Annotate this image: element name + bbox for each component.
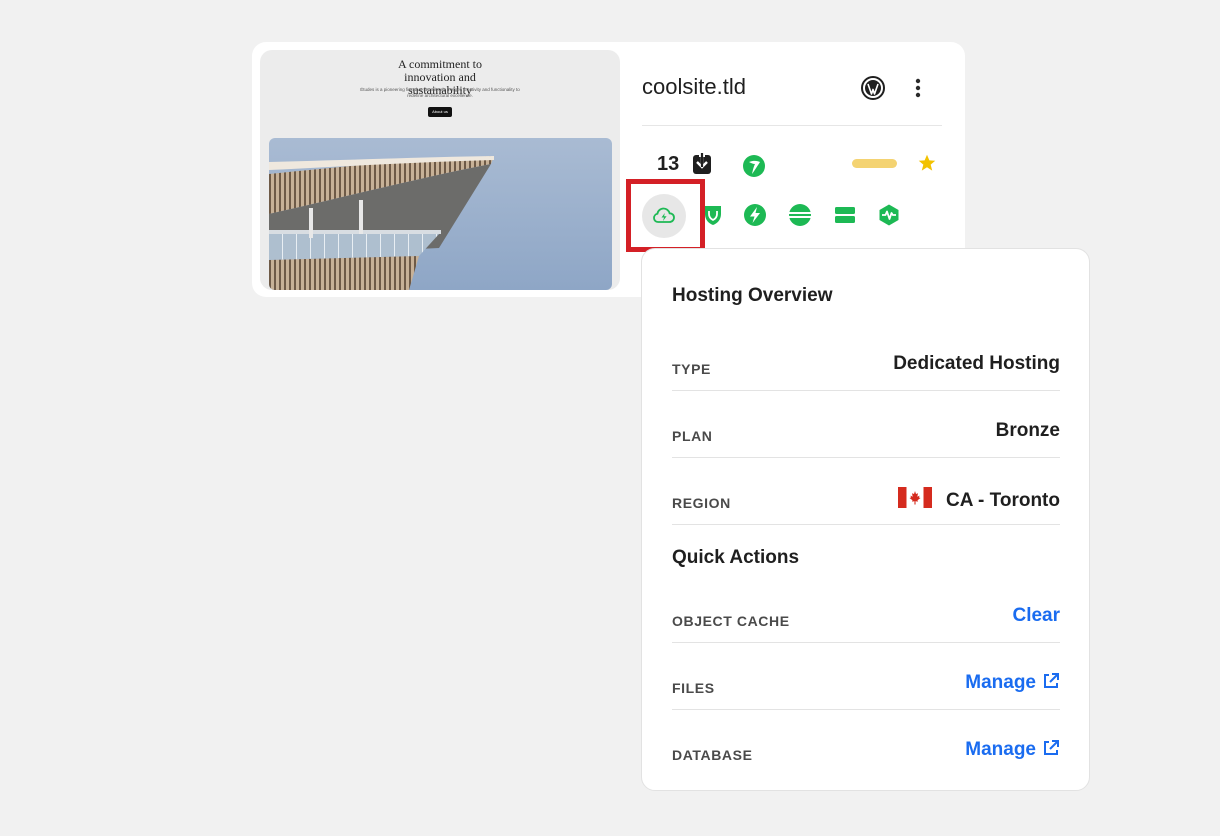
hosting-overview-popover: Hosting Overview TYPE Dedicated Hosting …: [641, 248, 1090, 791]
type-value: Dedicated Hosting: [893, 353, 1060, 374]
hosting-row-type: TYPE Dedicated Hosting: [672, 324, 1060, 391]
region-label: REGION: [672, 495, 731, 511]
region-value-wrapper: CA - Toronto: [898, 487, 1060, 514]
action-row-object-cache: OBJECT CACHE Clear: [672, 576, 1060, 643]
more-vertical-icon[interactable]: [908, 76, 928, 100]
hosting-row-plan: PLAN Bronze: [672, 391, 1060, 458]
manage-files-label: Manage: [965, 672, 1036, 693]
highlight-box: [626, 179, 705, 252]
action-row-database: DATABASE Manage: [672, 710, 1060, 777]
region-value: CA - Toronto: [946, 490, 1060, 511]
external-link-icon: [1044, 740, 1059, 755]
manage-database-label: Manage: [965, 739, 1036, 760]
preview-building-photo: [269, 138, 612, 290]
database-label: DATABASE: [672, 747, 753, 763]
progress-pill: [852, 159, 897, 168]
site-title[interactable]: coolsite.tld: [642, 74, 746, 100]
star-icon[interactable]: [916, 152, 938, 174]
leaf-icon[interactable]: [742, 154, 766, 178]
files-label: FILES: [672, 680, 715, 696]
quick-actions-title: Quick Actions: [672, 547, 800, 568]
card-divider: [642, 125, 942, 126]
activity-icon[interactable]: [877, 203, 901, 227]
manage-database-link[interactable]: Manage: [965, 739, 1060, 761]
update-count: 13: [657, 153, 680, 175]
manage-files-link[interactable]: Manage: [965, 672, 1060, 694]
plan-label: PLAN: [672, 428, 713, 444]
action-row-files: FILES Manage: [672, 643, 1060, 710]
preview-button: About us: [428, 107, 452, 117]
plan-value: Bronze: [995, 420, 1060, 441]
cdn-icon[interactable]: [788, 203, 812, 227]
download-icon[interactable]: [690, 152, 714, 176]
clear-cache-button[interactable]: Clear: [1012, 605, 1060, 627]
external-link-icon: [1044, 673, 1059, 688]
site-preview-thumbnail[interactable]: A commitment to innovation and sustainab…: [260, 50, 620, 290]
hosting-overview-title: Hosting Overview: [672, 285, 833, 306]
bolt-icon[interactable]: [743, 203, 767, 227]
hosting-row-region: REGION CA - Toronto: [672, 458, 1060, 525]
server-icon[interactable]: [833, 203, 857, 227]
canada-flag-icon: [898, 487, 933, 514]
type-label: TYPE: [672, 361, 711, 377]
wordpress-icon[interactable]: [860, 75, 886, 101]
preview-subtext: Études is a pioneering firm that seamles…: [360, 87, 520, 98]
object-cache-label: OBJECT CACHE: [672, 613, 790, 629]
